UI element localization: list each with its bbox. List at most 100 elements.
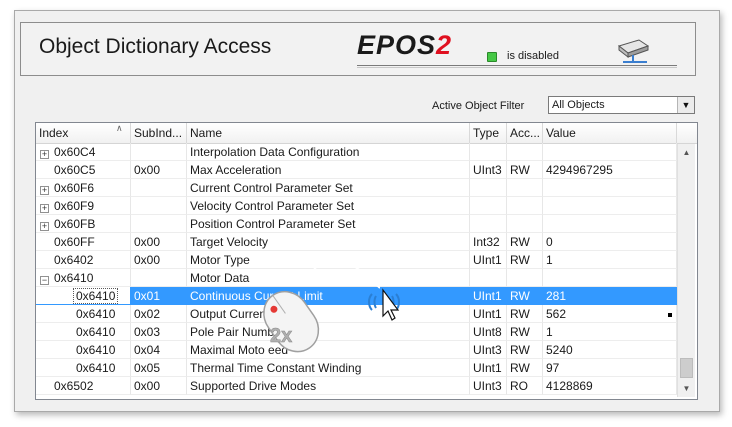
cell-index: 0x6410 (36, 323, 131, 341)
cell-access (507, 269, 543, 287)
index-text: 0x6410 (73, 288, 119, 304)
cell-name: Maximal Moto eed (187, 341, 470, 359)
index-text: 0x60F9 (54, 199, 95, 213)
index-text: 0x6410 (76, 343, 116, 357)
cell-type (470, 269, 507, 287)
cell-type: UInt8 (470, 323, 507, 341)
column-header-row: Index ∧ SubInd... Name Type Acc... Value (36, 123, 697, 144)
cell-sub: 0x01 (131, 287, 187, 305)
cell-name: Pole Pair Numb (187, 323, 470, 341)
cell-access: RW (507, 359, 543, 377)
cell-access (507, 143, 543, 161)
scroll-up-arrow-icon[interactable]: ▲ (678, 144, 695, 161)
cell-sub (131, 269, 187, 287)
cell-sub: 0x00 (131, 161, 187, 179)
column-header-value[interactable]: Value (543, 123, 677, 143)
brand-text: EPOS (357, 30, 437, 60)
dropdown-arrow-icon[interactable]: ▼ (677, 97, 694, 113)
cell-value: 4128869 (543, 377, 677, 395)
table-row[interactable]: +0x60F6 Current Control Parameter Set (36, 179, 677, 197)
cell-index: 0x6402 (36, 251, 131, 269)
table-row[interactable]: 0x6410 0x01 Continuous Current Limit UInt1 R… (36, 287, 677, 305)
cell-type: UInt1 (470, 251, 507, 269)
cell-type (470, 143, 507, 161)
expand-icon[interactable]: + (40, 150, 49, 159)
table-row[interactable]: 0x6402 0x00 Motor Type UInt1 RW 1 (36, 251, 677, 269)
table-row[interactable]: +0x60FB Position Control Parameter Set (36, 215, 677, 233)
cell-sub: 0x00 (131, 251, 187, 269)
index-text: 0x6410 (76, 325, 116, 339)
scroll-down-arrow-icon[interactable]: ▼ (678, 380, 695, 397)
cell-name: Velocity Control Parameter Set (187, 197, 470, 215)
cell-index: 0x60FF (36, 233, 131, 251)
table-row[interactable]: 0x6410 0x02 Output Current Li UInt1 RW 562 (36, 305, 677, 323)
cell-name: Supported Drive Modes (187, 377, 470, 395)
cell-name: Interpolation Data Configuration (187, 143, 470, 161)
status-led-icon (487, 52, 497, 62)
table-row[interactable]: 0x6502 0x00 Supported Drive Modes UInt3 RO 41… (36, 377, 677, 395)
cell-value (543, 197, 677, 215)
cell-index: 0x6502 (36, 377, 131, 395)
column-header-filler (677, 123, 697, 143)
table-row[interactable]: −0x6410 Motor Data (36, 269, 677, 287)
expand-icon[interactable]: + (40, 186, 49, 195)
table-row[interactable]: 0x6410 0x03 Pole Pair Numb UInt8 RW 1 (36, 323, 677, 341)
cell-access (507, 179, 543, 197)
cell-index: +0x60FB (36, 215, 131, 233)
expand-icon[interactable]: + (40, 222, 49, 231)
index-text: 0x6502 (54, 379, 94, 393)
cell-type (470, 179, 507, 197)
table-row[interactable]: 0x60FF 0x00 Target Velocity Int32 RW 0 (36, 233, 677, 251)
cell-type (470, 215, 507, 233)
cell-value: 1 (543, 251, 677, 269)
column-header-name[interactable]: Name (187, 123, 470, 143)
cell-index: −0x6410 (36, 269, 131, 287)
table-row[interactable]: 0x6410 0x05 Thermal Time Constant Winding U… (36, 359, 677, 377)
table-row[interactable]: 0x60C5 0x00 Max Acceleration UInt3 RW 4294967… (36, 161, 677, 179)
cell-type: UInt3 (470, 341, 507, 359)
status-text: is disabled (507, 50, 559, 62)
cell-name: Target Velocity (187, 233, 470, 251)
cell-value (543, 143, 677, 161)
cell-value: 4294967295 (543, 161, 677, 179)
cell-value: 97 (543, 359, 677, 377)
table-row[interactable]: 0x6410 0x04 Maximal Moto eed UInt3 RW 5240 (36, 341, 677, 359)
cell-access: RW (507, 233, 543, 251)
cell-type: UInt3 (470, 161, 507, 179)
header-panel: Object Dictionary Access EPOS2 is disabl… (20, 22, 696, 76)
cell-name: Output Current Li (187, 305, 470, 323)
cell-value: 1 (543, 323, 677, 341)
cell-value: 562 (543, 305, 677, 323)
table-row[interactable]: +0x60C4 Interpolation Data Configuration (36, 143, 677, 161)
epos-logo: EPOS2 (357, 30, 452, 61)
cell-sub (131, 215, 187, 233)
index-text: 0x60FF (54, 235, 95, 249)
cell-index: 0x6410 (36, 305, 131, 323)
column-header-type[interactable]: Type (470, 123, 507, 143)
cell-index: 0x6410 (36, 287, 131, 305)
cell-sub: 0x05 (131, 359, 187, 377)
cell-access: RW (507, 305, 543, 323)
cell-sub: 0x00 (131, 377, 187, 395)
brand-divider-shadow (357, 67, 677, 68)
collapse-icon[interactable]: − (40, 276, 49, 285)
active-object-filter-select[interactable]: All Objects ▼ (548, 96, 695, 114)
cell-sub (131, 179, 187, 197)
cell-name: Motor Data (187, 269, 470, 287)
column-header-access[interactable]: Acc... (507, 123, 543, 143)
cell-type: UInt1 (470, 287, 507, 305)
object-dictionary-grid: Index ∧ SubInd... Name Type Acc... Value… (35, 122, 698, 400)
table-row[interactable]: +0x60F9 Velocity Control Parameter Set (36, 197, 677, 215)
scroll-thumb[interactable] (680, 358, 693, 378)
filter-selected-value: All Objects (552, 99, 605, 111)
cell-value (543, 215, 677, 233)
cell-index: +0x60F9 (36, 197, 131, 215)
cell-access: RW (507, 341, 543, 359)
cell-name: Current Control Parameter Set (187, 179, 470, 197)
cell-value (543, 179, 677, 197)
column-header-subindex[interactable]: SubInd... (131, 123, 187, 143)
cell-sub: 0x00 (131, 233, 187, 251)
vertical-scrollbar[interactable]: ▲ ▼ (677, 144, 695, 397)
expand-icon[interactable]: + (40, 204, 49, 213)
cell-type: UInt3 (470, 377, 507, 395)
